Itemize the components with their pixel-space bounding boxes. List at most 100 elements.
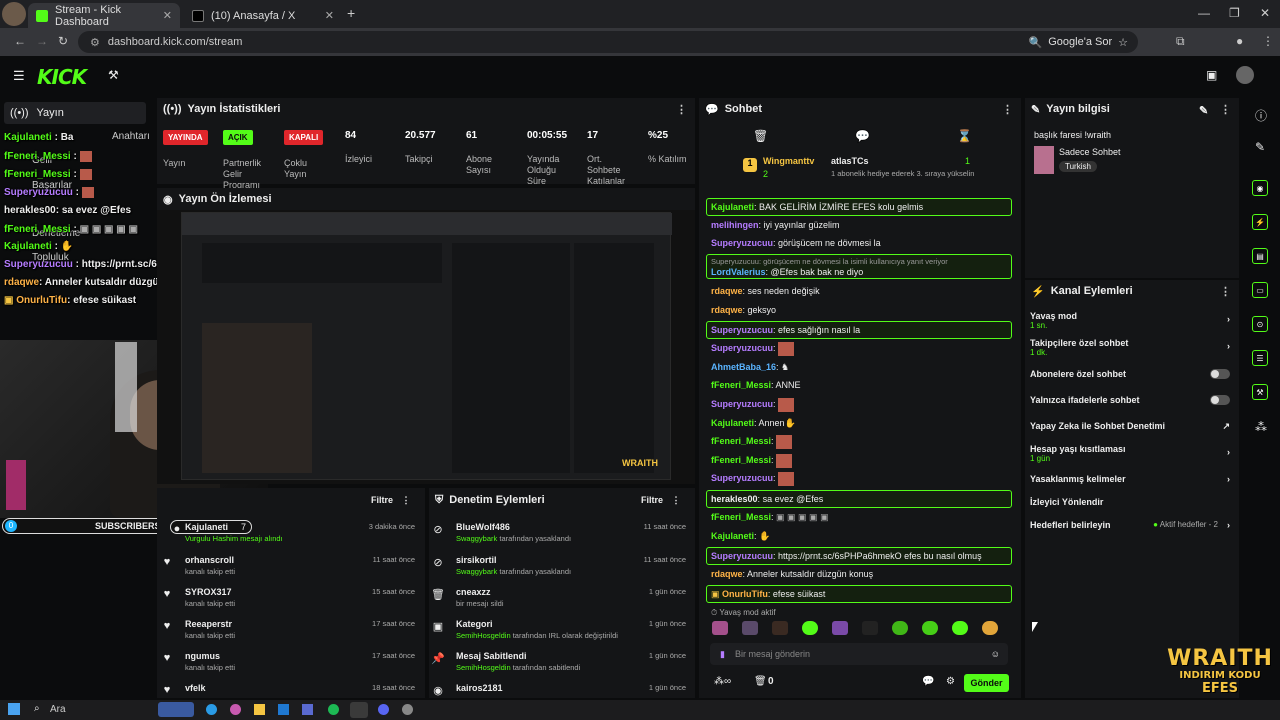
window-close-button[interactable]: ✕ <box>1260 6 1270 20</box>
store-icon[interactable] <box>302 704 313 715</box>
action-goals[interactable]: Hedefleri belirleyin ● Aktif hedefler - 2… <box>1030 520 1230 530</box>
mod-action[interactable]: 🗑 cneaxzz bir mesajı sildi 1 gün önce <box>431 587 686 608</box>
camera-icon[interactable]: ◉ <box>1252 180 1268 196</box>
mic-icon[interactable]: ▮ <box>720 649 725 660</box>
mod-action[interactable]: ◉ kairos2181 1 gün önce <box>433 683 686 697</box>
spotify-icon[interactable] <box>328 704 339 715</box>
gift-icon[interactable]: 🗑 <box>754 676 767 687</box>
streamer-mode-icon[interactable]: ▣ <box>1206 68 1217 82</box>
back-icon[interactable]: ← <box>14 34 26 48</box>
chat-message[interactable]: ▣ OnurluTifu: efese süikast <box>706 585 1012 603</box>
subscribers-only-toggle[interactable] <box>1210 369 1230 379</box>
preview-video[interactable]: WRAITH <box>181 212 672 480</box>
send-button[interactable]: Gönder <box>964 674 1009 692</box>
reload-icon[interactable]: ↻ <box>58 34 68 48</box>
extensions-icon[interactable]: ⧉ <box>1176 34 1185 49</box>
activity-item[interactable]: ♥ SYROX317 kanalı takip etti 15 saat önce <box>164 587 415 608</box>
emote-icon[interactable] <box>802 621 818 635</box>
mod-action[interactable]: ⊘ sirsikortil Swaggybark tarafından yasakl… <box>433 555 686 576</box>
mod-action[interactable]: ⊘ BlueWolf486 Swaggybark tarafından yasakl… <box>433 522 686 543</box>
chat-message[interactable]: fFeneri_Messi: ▣ ▣ ▣ ▣ ▣ <box>711 510 1017 524</box>
emote-icon[interactable] <box>832 621 848 635</box>
site-info-icon[interactable]: ⚙ <box>90 36 100 49</box>
more-options-icon[interactable]: ⋮ <box>1002 103 1013 116</box>
chat-message[interactable]: fFeneri_Messi: <box>711 434 1017 449</box>
chat-message[interactable]: melihingen: iyi yayınlar güzelim <box>711 218 1017 232</box>
action-raid[interactable]: İzleyici Yönlendir <box>1030 497 1230 507</box>
restore-button[interactable]: ❐ <box>1229 6 1240 20</box>
chat-message[interactable]: Kajulaneti: Annen✋ <box>711 416 1017 430</box>
info-icon[interactable]: ⓘ <box>1255 107 1267 124</box>
document-icon[interactable]: ▤ <box>1252 248 1268 264</box>
menu-dots-icon[interactable]: ⋮ <box>1262 34 1274 48</box>
chat-message[interactable]: fFeneri_Messi: ANNE <box>711 378 1017 392</box>
chat-settings-bubble-icon[interactable]: 💬 <box>922 676 934 687</box>
emote-icon[interactable] <box>772 621 788 635</box>
hamburger-menu-icon[interactable]: ☰ <box>13 68 25 84</box>
emote-icon[interactable] <box>862 621 878 635</box>
emoji-icon[interactable]: ☺ <box>991 649 1000 659</box>
more-options-icon[interactable]: ⋮ <box>1220 285 1231 298</box>
chat-message[interactable]: Superyuzucuu: efes sağlığın nasıl la <box>706 321 1012 339</box>
broadcast-icon[interactable]: ⊙ <box>1252 316 1268 332</box>
hourglass-icon[interactable]: ⌛ <box>957 129 972 143</box>
edge-icon[interactable] <box>206 704 217 715</box>
chat-message[interactable]: Superyuzucuu: görüşücem ne dövmesi la <box>711 236 1017 250</box>
google-ask-button[interactable]: 🔍 Google'a Sor ☆ <box>1019 31 1138 53</box>
hammer-icon[interactable]: ⚒ <box>108 68 119 82</box>
activity-item[interactable]: ♥ vfelk 18 saat önce <box>164 683 415 696</box>
profile-icon[interactable]: ● <box>1236 34 1243 48</box>
language-tag[interactable]: Turkish <box>1059 161 1097 172</box>
emote-icon[interactable] <box>982 621 998 635</box>
emote-icon[interactable] <box>952 621 968 635</box>
chrome-icon[interactable] <box>350 702 368 718</box>
wrench-icon[interactable]: ⚒ <box>1252 384 1268 400</box>
tab-x[interactable]: (10) Anasayfa / X ✕ <box>184 3 342 28</box>
kick-logo[interactable]: KICK <box>37 65 87 89</box>
chat-message[interactable]: herakles00: sa evez @Efes <box>706 490 1012 508</box>
more-widgets-icon[interactable]: ⁂ <box>1255 420 1267 434</box>
taskbar-search[interactable]: Ara <box>50 704 66 715</box>
sidebar-item-yayin[interactable]: ((•)) Yayın <box>4 102 146 124</box>
emote-icon[interactable] <box>712 621 728 635</box>
star-icon[interactable]: ☆ <box>1118 36 1128 49</box>
mod-action[interactable]: ▣ Kategori SemihHosgeldin tarafından IRL o… <box>433 619 686 640</box>
activity-item[interactable]: ● Kajulaneti Vurgulu Hashim mesajı alındı 3… <box>174 522 415 543</box>
address-bar[interactable]: ⚙ dashboard.kick.com/stream 🔍 Google'a S… <box>78 31 1138 53</box>
forward-icon[interactable]: → <box>36 34 48 48</box>
windows-start-icon[interactable] <box>8 703 20 715</box>
profile-avatar[interactable] <box>2 2 26 26</box>
close-icon[interactable]: ✕ <box>325 9 334 22</box>
chat-message[interactable]: rdaqwe: geksyo <box>711 303 1017 317</box>
filter-button[interactable]: Filtre ⋮ <box>641 495 681 506</box>
edit-icon[interactable]: ✎ <box>1199 104 1208 117</box>
tab-kick-dashboard[interactable]: Stream - Kick Dashboard ✕ <box>28 3 180 28</box>
emote-icon[interactable] <box>742 621 758 635</box>
activity-item[interactable]: ♥ orhanscroll kanalı takip etti 11 saat önc… <box>164 555 415 576</box>
copilot-icon[interactable] <box>230 704 241 715</box>
outlook-icon[interactable] <box>278 704 289 715</box>
bolt-icon[interactable]: ⚡ <box>1252 214 1268 230</box>
chat-message[interactable]: fFeneri_Messi: <box>711 453 1017 468</box>
discord-icon[interactable] <box>378 704 389 715</box>
activity-item[interactable]: ♥ ngumus kanalı takip etti 17 saat önce <box>164 651 415 672</box>
chat-message[interactable]: Kajulaneti: BAK GELİRİM İZMİRE EFES kolu… <box>706 198 1012 216</box>
chat-icon[interactable]: ▭ <box>1252 282 1268 298</box>
emote-icon[interactable] <box>892 621 908 635</box>
pencil-icon[interactable]: ✎ <box>1255 140 1265 154</box>
emote-icon[interactable] <box>922 621 938 635</box>
chat-message[interactable]: Superyuzucuu: <box>711 397 1017 412</box>
action-emotes-only[interactable]: Yalnızca ifadelerle sohbet <box>1030 395 1230 405</box>
chat-message[interactable]: Superyuzucuu: <box>711 471 1017 486</box>
action-banned-words[interactable]: Yasaklanmış kelimeler › <box>1030 474 1230 484</box>
obs-icon[interactable] <box>402 704 413 715</box>
emotes-only-toggle[interactable] <box>1210 395 1230 405</box>
chat-message[interactable]: AhmetBaba_16: ♞ <box>711 360 1017 374</box>
close-icon[interactable]: ✕ <box>163 9 172 22</box>
action-ai-moderation[interactable]: Yapay Zeka ile Sohbet Denetimi ↗ <box>1030 421 1230 431</box>
chat-message-reply[interactable]: Superyuzucuu: görüşücem ne dövmesi la is… <box>706 254 1012 279</box>
chat-input[interactable]: ▮ Bir mesaj gönderin ☺ <box>710 643 1008 665</box>
new-tab-button[interactable]: + <box>347 5 355 21</box>
sidebar-item-anahtari[interactable]: Anahtarı <box>112 131 150 142</box>
trash-icon[interactable]: 🗑 <box>753 129 768 143</box>
